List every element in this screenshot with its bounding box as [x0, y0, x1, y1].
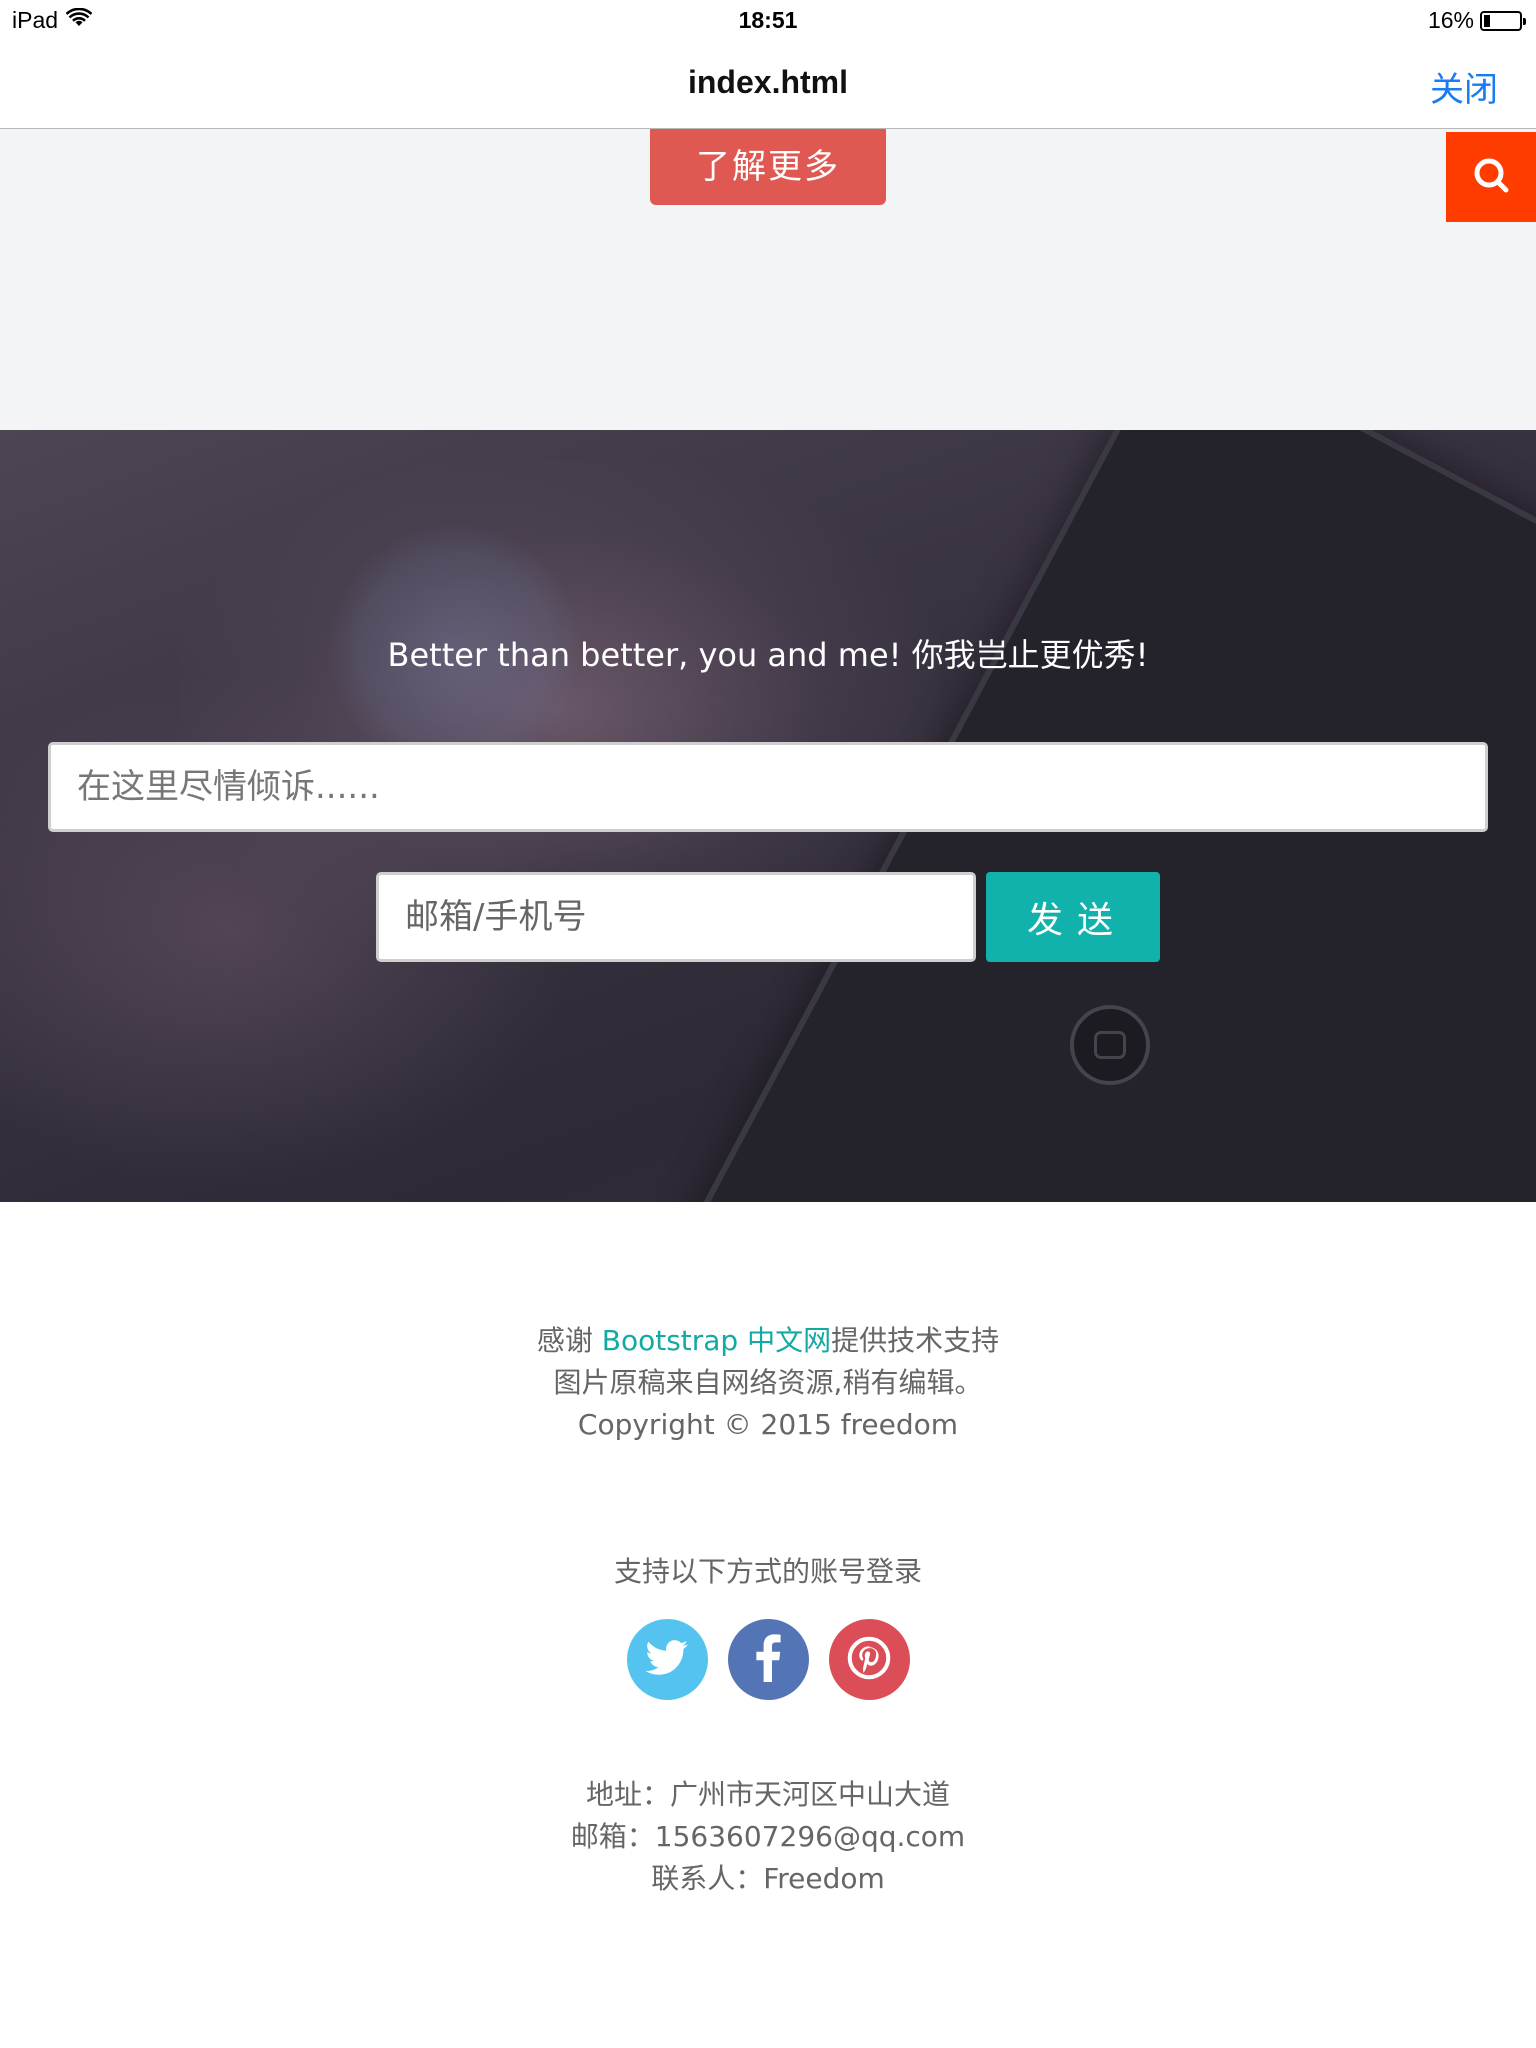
- image-source-note: 图片原稿来自网络资源,稍有编辑。: [553, 1366, 983, 1399]
- footer: 感谢 Bootstrap 中文网提供技术支持 图片原稿来自网络资源,稍有编辑。 …: [0, 1202, 1536, 2048]
- address-line: 地址：广州市天河区中山大道: [585, 1778, 950, 1811]
- close-button[interactable]: 关闭: [1430, 62, 1498, 111]
- navigation-bar: index.html 关闭: [0, 44, 1536, 129]
- learn-more-button[interactable]: 了解更多: [650, 129, 886, 205]
- search-button[interactable]: [1446, 132, 1536, 222]
- social-login-row: [0, 1619, 1536, 1700]
- top-section: 了解更多: [0, 129, 1536, 430]
- login-methods-title: 支持以下方式的账号登录: [613, 1555, 922, 1588]
- facebook-icon: [755, 1633, 781, 1686]
- contact-info: 地址：广州市天河区中山大道 邮箱：1563607296@qq.com 联系人：F…: [0, 1774, 1536, 1900]
- credit-prefix: 感谢: [536, 1324, 602, 1357]
- status-right: 16%: [1427, 7, 1526, 34]
- pinterest-icon: [847, 1636, 891, 1684]
- email-line: 邮箱：1563607296@qq.com: [570, 1820, 966, 1853]
- hero-slogan: Better than better, you and me! 你我岂止更优秀!: [387, 636, 1149, 674]
- message-input[interactable]: [48, 742, 1488, 832]
- credit-line: 感谢 Bootstrap 中文网提供技术支持: [0, 1320, 1536, 1362]
- hero-section: Better than better, you and me! 你我岂止更优秀!…: [0, 430, 1536, 1202]
- search-icon: [1471, 155, 1511, 200]
- twitter-icon: [645, 1639, 689, 1680]
- pinterest-login-button[interactable]: [828, 1619, 910, 1700]
- page-title: index.html: [687, 64, 848, 100]
- facebook-login-button[interactable]: [727, 1619, 809, 1700]
- credit-suffix: 提供技术支持: [831, 1324, 1000, 1357]
- contact-person-line: 联系人：Freedom: [651, 1862, 885, 1895]
- status-time: 18:51: [738, 7, 798, 33]
- battery-percent: 16%: [1427, 7, 1474, 33]
- bootstrap-link[interactable]: Bootstrap 中文网: [602, 1324, 831, 1357]
- send-button[interactable]: 发送: [986, 872, 1160, 962]
- copyright: Copyright © 2015 freedom: [577, 1408, 959, 1441]
- status-bar: iPad 18:51 16%: [0, 0, 1536, 44]
- background-phone-home-button: [1070, 1005, 1150, 1085]
- battery-icon: [1480, 10, 1526, 31]
- contact-input[interactable]: [376, 872, 976, 962]
- credit-block: 感谢 Bootstrap 中文网提供技术支持 图片原稿来自网络资源,稍有编辑。 …: [0, 1320, 1536, 1446]
- twitter-login-button[interactable]: [626, 1619, 708, 1700]
